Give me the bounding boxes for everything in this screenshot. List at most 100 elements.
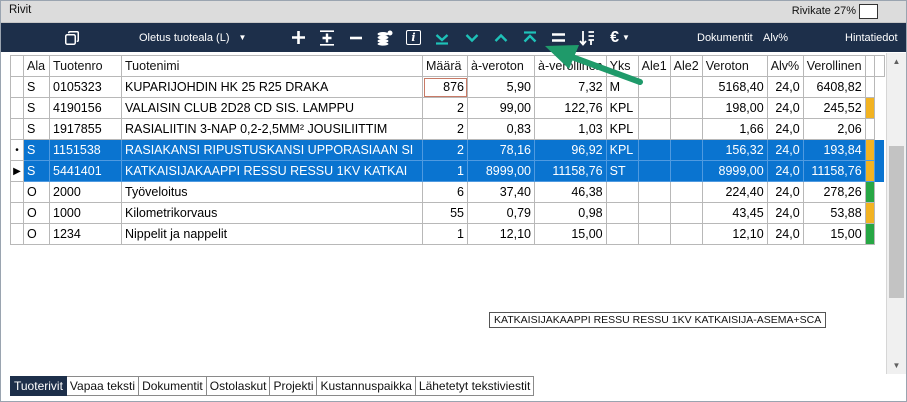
product-area-dropdown[interactable]: Oletus tuoteala (L) ▼ [139,23,246,52]
table-cell[interactable] [669,97,703,119]
table-cell[interactable] [637,202,671,224]
table-cell[interactable]: 5,90 [467,76,535,98]
table-cell[interactable]: M [605,76,639,98]
coins-icon[interactable] [376,23,394,52]
table-cell[interactable]: 198,00 [701,97,768,119]
table-cell[interactable]: 11158,76 [802,160,866,182]
equals-icon[interactable] [550,23,567,52]
table-cell[interactable]: Kilometrikorvaus [121,202,423,224]
vertical-scrollbar[interactable]: ▲ ▼ [886,53,906,374]
table-cell[interactable]: 876 [422,76,468,98]
table-cell[interactable]: 8999,00 [467,160,535,182]
table-cell[interactable]: KPL [605,139,639,161]
table-cell[interactable]: KPL [605,97,639,119]
table-cell[interactable]: KATKAISIJAKAAPPI RESSU RESSU 1KV KATKAI [121,160,423,182]
table-cell[interactable]: 156,32 [701,139,768,161]
table-cell[interactable]: 6408,82 [802,76,866,98]
column-header[interactable]: Alv% [766,55,804,77]
table-cell[interactable]: S [23,118,50,140]
info-icon[interactable]: i [405,23,422,52]
plus-icon[interactable] [289,23,307,52]
table-row[interactable]: S 0105323 KUPARIJOHDIN HK 25 R25 DRAKA 876 5… [10,76,885,98]
table-cell[interactable] [669,139,703,161]
table-cell[interactable]: 0,83 [467,118,535,140]
table-cell[interactable]: 7,32 [534,76,607,98]
move-bottom-icon[interactable] [432,23,452,52]
table-cell[interactable] [637,97,671,119]
scroll-up-icon[interactable]: ▲ [887,53,906,70]
sort-icon[interactable] [577,23,596,52]
table-row[interactable]: • S 1151538 RASIAKANSI RIPUSTUSKANSI UPPORA… [10,139,885,161]
move-top-icon[interactable] [520,23,540,52]
table-cell[interactable]: VALAISIN CLUB 2D28 CD SIS. LAMPPU [121,97,423,119]
table-cell[interactable]: Työveloitus [121,181,423,203]
table-cell[interactable]: S [23,139,50,161]
table-cell[interactable]: 1234 [49,223,122,245]
column-header[interactable]: Ala [23,55,50,77]
table-cell[interactable]: 43,45 [701,202,768,224]
table-cell[interactable] [605,223,639,245]
table-cell[interactable]: Nippelit ja nappelit [121,223,423,245]
table-cell[interactable]: 0,98 [534,202,607,224]
table-row[interactable]: O 1234 Nippelit ja nappelit 1 12,10 15,00 12,1… [10,223,885,245]
table-cell[interactable]: 1000 [49,202,122,224]
table-cell[interactable]: 1 [422,160,468,182]
table-cell[interactable]: 1151538 [49,139,122,161]
table-row[interactable]: S 4190156 VALAISIN CLUB 2D28 CD SIS. LAMPP… [10,97,885,119]
scroll-down-icon[interactable]: ▼ [887,357,906,374]
table-cell[interactable]: 99,00 [467,97,535,119]
table-cell[interactable] [669,202,703,224]
table-cell[interactable]: RASIAKANSI RIPUSTUSKANSI UPPORASIAAN SI [121,139,423,161]
rivikate-checkbox[interactable] [859,4,878,19]
table-cell[interactable]: 2 [422,118,468,140]
tab-projekti[interactable]: Projekti [270,376,318,396]
column-header[interactable]: Määrä [422,55,468,77]
table-cell[interactable] [605,181,639,203]
move-down-icon[interactable] [462,23,482,52]
table-cell[interactable]: 1917855 [49,118,122,140]
table-cell[interactable] [637,181,671,203]
table-cell[interactable]: 24,0 [766,160,804,182]
table-cell[interactable]: 24,0 [766,202,804,224]
table-cell[interactable]: O [23,181,50,203]
table-cell[interactable] [637,118,671,140]
table-cell[interactable]: 12,10 [701,223,768,245]
table-cell[interactable] [669,76,703,98]
table-cell[interactable]: 11158,76 [534,160,607,182]
tab-tuoterivit[interactable]: Tuoterivit [10,376,67,396]
tab-dokumentit[interactable]: Dokumentit [139,376,207,396]
table-cell[interactable] [669,118,703,140]
table-cell[interactable] [605,202,639,224]
table-cell[interactable]: 12,10 [467,223,535,245]
table-cell[interactable]: 2 [422,97,468,119]
table-cell[interactable] [669,223,703,245]
column-header[interactable]: Tuotenro [49,55,122,77]
table-cell[interactable]: 224,40 [701,181,768,203]
table-cell[interactable] [669,181,703,203]
table-cell[interactable]: 8999,00 [701,160,768,182]
table-cell[interactable]: 24,0 [766,181,804,203]
vat-button[interactable]: Alv% [763,23,788,52]
table-cell[interactable] [637,160,671,182]
table-cell[interactable]: RASIALIITIN 3-NAP 0,2-2,5MM² JOUSILIITTI… [121,118,423,140]
tab-lahetetyt-tekstiviestit[interactable]: Lähetetyt tekstiviestit [415,376,535,396]
table-cell[interactable]: 5168,40 [701,76,768,98]
table-cell[interactable]: 193,84 [802,139,866,161]
table-row[interactable]: O 2000 Työveloitus 6 37,40 46,38 224,40 24,0 278… [10,181,885,203]
table-cell[interactable]: 37,40 [467,181,535,203]
column-header[interactable]: Verollinen [802,55,866,77]
table-cell[interactable]: 6 [422,181,468,203]
table-cell[interactable] [637,139,671,161]
column-header[interactable]: à-veroton [467,55,535,77]
tab-ostolaskut[interactable]: Ostolaskut [206,376,271,396]
table-cell[interactable]: 2 [422,139,468,161]
tab-vapaa-teksti[interactable]: Vapaa teksti [66,376,140,396]
table-cell[interactable]: 96,92 [534,139,607,161]
table-cell[interactable]: 245,52 [802,97,866,119]
table-cell[interactable]: 46,38 [534,181,607,203]
column-header[interactable]: Ale1 [637,55,671,77]
table-cell[interactable]: 24,0 [766,118,804,140]
table-cell[interactable]: 0,79 [467,202,535,224]
table-cell[interactable]: 0105323 [49,76,122,98]
insert-row-icon[interactable] [317,23,337,52]
